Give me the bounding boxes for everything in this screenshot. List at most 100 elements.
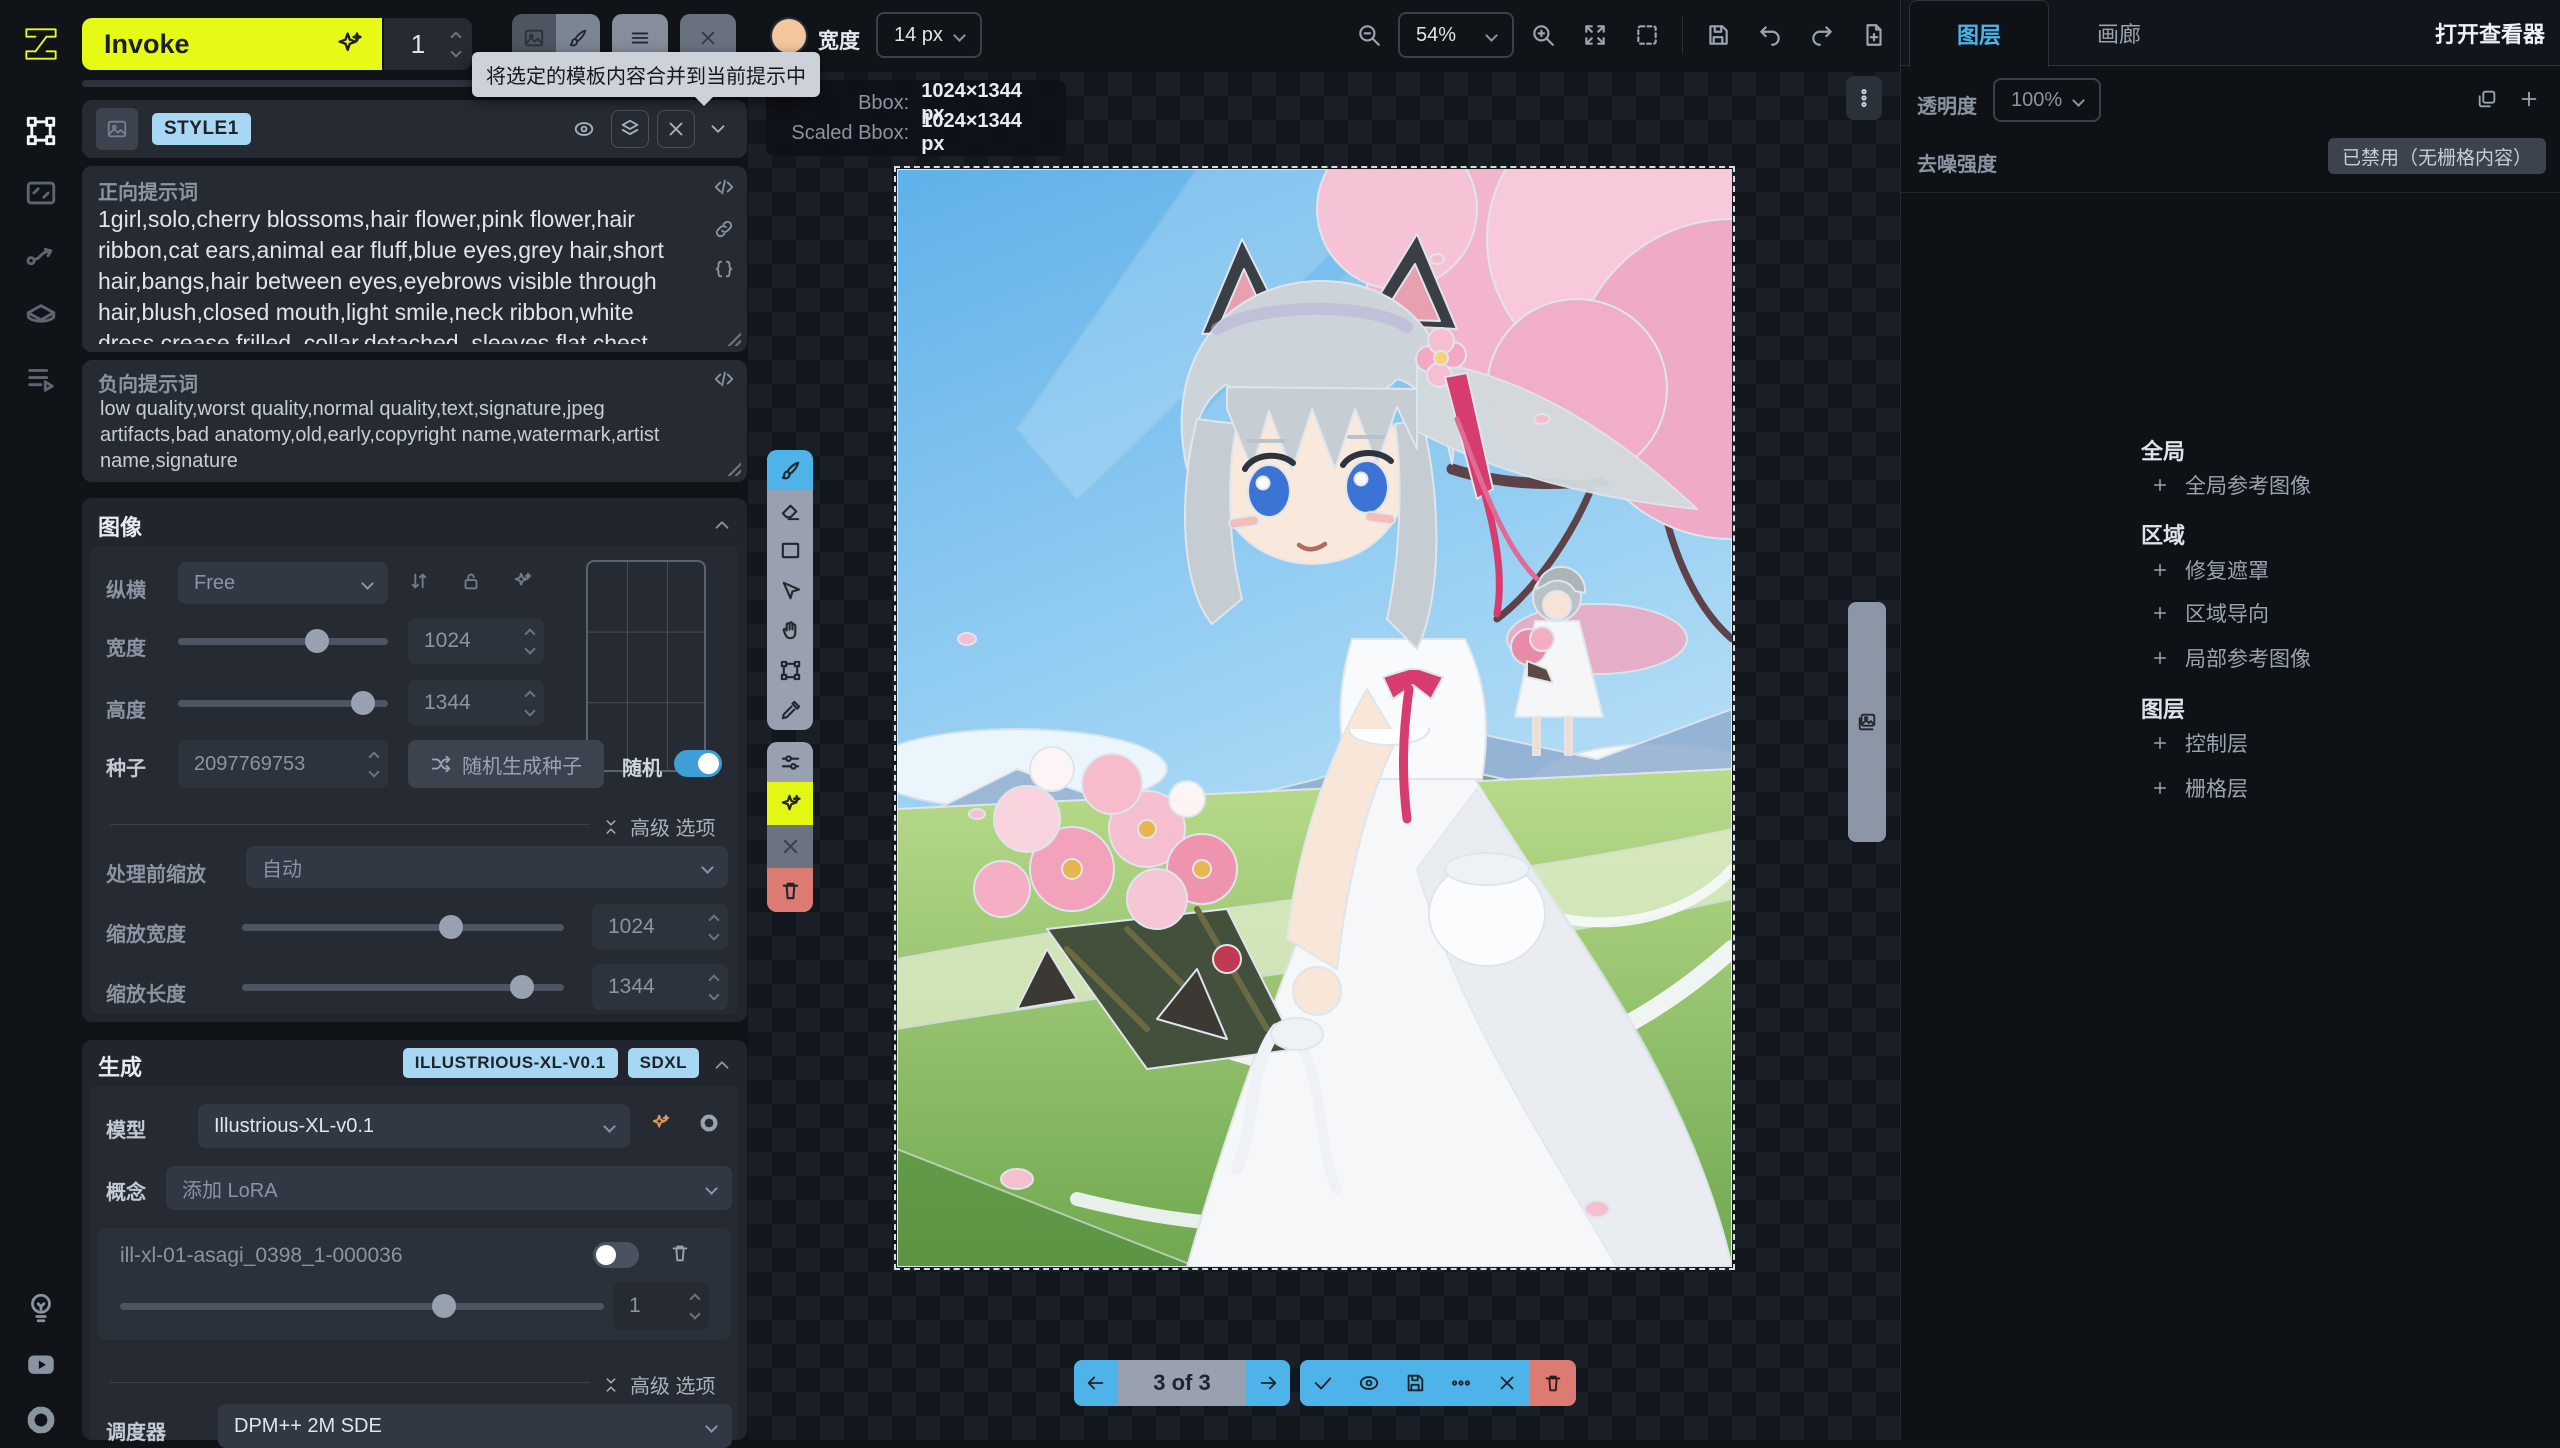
scaled-height-slider[interactable] — [242, 966, 564, 1008]
zoom-select[interactable]: 54% — [1398, 12, 1514, 58]
template-dismiss-icon[interactable] — [657, 110, 695, 148]
height-slider[interactable] — [178, 682, 388, 724]
image-advanced-options[interactable]: 高级 选项 — [602, 812, 716, 841]
canvas-menu-kebab-icon[interactable] — [1846, 76, 1882, 120]
randomize-seed-button[interactable]: 随机生成种子 — [408, 740, 604, 788]
zoom-out-icon[interactable] — [1346, 12, 1392, 58]
nav-queue-icon[interactable] — [0, 348, 82, 410]
transform-tool-icon[interactable] — [767, 650, 813, 690]
nav-canvas-icon[interactable] — [0, 100, 82, 162]
add-inpaint-mask[interactable]: 修复遮罩 — [2151, 555, 2269, 585]
new-session-icon[interactable] — [1851, 12, 1897, 58]
next-image-button[interactable] — [1246, 1360, 1290, 1406]
aspect-select[interactable]: Free — [178, 562, 388, 604]
duplicate-layer-icon[interactable] — [2476, 88, 2498, 110]
color-picker-tool-icon[interactable] — [767, 690, 813, 730]
queue-count-steppers[interactable] — [452, 33, 460, 56]
scale-select[interactable]: 自动 — [246, 846, 728, 888]
generation-advanced-options[interactable]: 高级 选项 — [602, 1370, 716, 1399]
tab-gallery[interactable]: 画廊 — [2049, 0, 2189, 66]
prompt-embed-icon[interactable] — [713, 176, 735, 198]
save-canvas-icon[interactable] — [1695, 12, 1741, 58]
brush-width-select[interactable]: 14 px — [876, 12, 982, 58]
scheduler-select[interactable]: DPM++ 2M SDE — [218, 1404, 732, 1448]
zoom-in-icon[interactable] — [1520, 12, 1566, 58]
whats-new-icon[interactable] — [0, 1280, 82, 1336]
lora-weight-numbox[interactable]: 1 — [613, 1282, 709, 1330]
scaled-height-numbox[interactable]: 1344 — [592, 964, 728, 1010]
scaled-width-numbox[interactable]: 1024 — [592, 904, 728, 950]
fit-to-view-icon[interactable] — [1572, 12, 1618, 58]
positive-prompt-box[interactable]: 正向提示词 1girl,solo,cherry blossoms,hair fl… — [82, 166, 747, 352]
video-tutorials-icon[interactable] — [0, 1336, 82, 1392]
prompt-resize-handle[interactable] — [725, 460, 741, 476]
prompt-embed-icon[interactable] — [713, 368, 735, 390]
prompt-resize-handle[interactable] — [725, 330, 741, 346]
lora-weight-slider[interactable] — [120, 1286, 604, 1326]
tab-layers[interactable]: 图层 — [1909, 0, 2049, 67]
cancel-staging-icon[interactable] — [767, 825, 813, 868]
swap-dimensions-icon[interactable] — [408, 570, 430, 592]
random-toggle[interactable] — [674, 750, 722, 777]
filters-icon[interactable] — [767, 742, 813, 782]
select-tool-icon[interactable] — [767, 570, 813, 610]
add-global-reference-image[interactable]: 全局参考图像 — [2151, 470, 2311, 500]
add-layer-icon[interactable] — [2518, 88, 2540, 110]
canvas-image[interactable] — [897, 169, 1732, 1267]
positive-prompt-text[interactable]: 1girl,solo,cherry blossoms,hair flower,p… — [98, 204, 686, 344]
lora-select[interactable]: 添加 LoRA — [166, 1166, 732, 1210]
negative-prompt-text[interactable]: low quality,worst quality,normal quality… — [100, 396, 660, 476]
optimize-size-icon[interactable] — [512, 570, 534, 592]
show-hide-image-button[interactable] — [1346, 1360, 1392, 1406]
prompt-link-icon[interactable] — [713, 218, 735, 240]
lora-delete-icon[interactable] — [669, 1242, 691, 1264]
brush-color-swatch[interactable] — [772, 19, 806, 53]
width-numbox[interactable]: 1024 — [408, 618, 544, 664]
scaled-width-slider[interactable] — [242, 906, 564, 948]
add-raster-layer[interactable]: 栅格层 — [2151, 773, 2248, 803]
undo-icon[interactable] — [1747, 12, 1793, 58]
image-section-collapse-icon[interactable] — [711, 514, 733, 536]
opacity-select[interactable]: 100% — [1993, 78, 2101, 122]
generation-collapse-icon[interactable] — [711, 1054, 733, 1076]
template-merge-icon[interactable] — [611, 110, 649, 148]
lora-enable-toggle[interactable] — [593, 1242, 639, 1268]
model-settings-gear-icon[interactable] — [698, 1112, 720, 1134]
queue-count-box[interactable]: 1 — [384, 18, 472, 70]
save-image-button[interactable] — [1392, 1360, 1438, 1406]
add-regional-reference-image[interactable]: 局部参考图像 — [2151, 643, 2311, 673]
lock-aspect-icon[interactable] — [460, 570, 482, 592]
brush-tool-icon[interactable] — [767, 450, 813, 490]
seed-input[interactable]: 2097769753 — [178, 740, 388, 788]
accept-image-button[interactable] — [1300, 1360, 1346, 1406]
style-template-row[interactable]: STYLE1 — [82, 100, 747, 158]
nav-workflows-icon[interactable] — [0, 224, 82, 286]
model-sparkle-icon[interactable] — [650, 1112, 672, 1134]
fit-bbox-icon[interactable] — [1624, 12, 1670, 58]
eraser-tool-icon[interactable] — [767, 490, 813, 530]
prompt-braces-icon[interactable] — [713, 258, 735, 280]
rect-tool-icon[interactable] — [767, 530, 813, 570]
model-select[interactable]: Illustrious-XL-v0.1 — [198, 1104, 630, 1148]
template-collapse-icon[interactable] — [699, 110, 737, 148]
discard-image-button[interactable] — [1530, 1360, 1576, 1406]
invoke-button[interactable]: Invoke — [82, 18, 382, 70]
open-viewer-button[interactable]: 打开查看器 — [2435, 0, 2545, 66]
width-slider[interactable] — [178, 620, 388, 662]
height-numbox[interactable]: 1344 — [408, 680, 544, 726]
pan-tool-icon[interactable] — [767, 610, 813, 650]
invoke-region-icon[interactable] — [767, 782, 813, 825]
add-control-layer[interactable]: 控制层 — [2151, 728, 2248, 758]
negative-prompt-box[interactable]: 负向提示词 low quality,worst quality,normal q… — [82, 360, 747, 482]
canvas-tool-rail — [767, 450, 813, 730]
cancel-button[interactable] — [1484, 1360, 1530, 1406]
redo-icon[interactable] — [1799, 12, 1845, 58]
nav-upscaling-icon[interactable] — [0, 162, 82, 224]
nav-models-icon[interactable] — [0, 286, 82, 348]
gallery-drawer-handle[interactable] — [1848, 602, 1886, 842]
prev-image-button[interactable] — [1074, 1360, 1118, 1406]
more-actions-button[interactable] — [1438, 1360, 1484, 1406]
discard-staging-icon[interactable] — [767, 868, 813, 912]
add-regional-guidance[interactable]: 区域导向 — [2151, 598, 2269, 628]
template-preview-icon[interactable] — [565, 110, 603, 148]
